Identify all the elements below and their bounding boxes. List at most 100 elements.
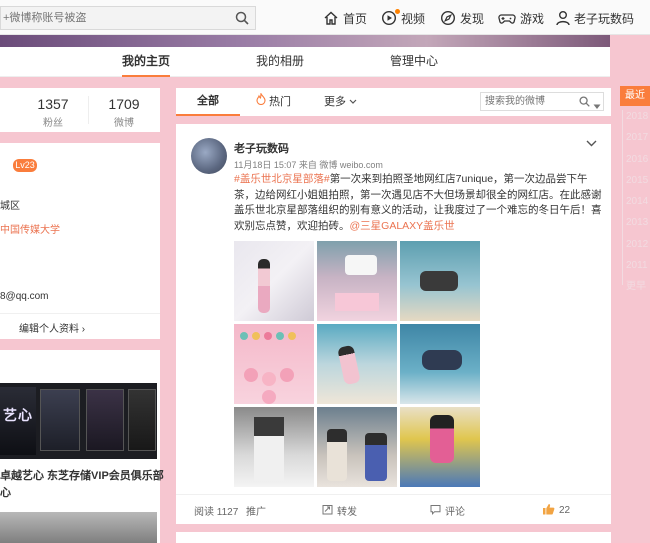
comment-button[interactable]: 评论 <box>430 503 465 518</box>
post-meta: 11月18日 15:07 来自 微博 weibo.com <box>234 160 383 170</box>
chevron-down-icon <box>349 89 357 115</box>
notification-dot <box>395 9 400 14</box>
photo-5[interactable] <box>317 324 397 404</box>
tab-my-album[interactable]: 我的相册 <box>256 47 304 77</box>
mention-link[interactable]: @三星GALAXY盖乐世 <box>350 220 455 232</box>
photo-grid <box>234 241 480 489</box>
feed-search[interactable] <box>480 92 604 111</box>
tab-my-home[interactable]: 我的主页 <box>122 47 171 77</box>
feed-filter-bar: 全部 热门 更多 <box>176 88 611 116</box>
like-button[interactable]: 22 <box>542 503 570 518</box>
year-recent[interactable]: 最近 <box>620 86 650 106</box>
repost-icon <box>322 504 333 518</box>
photo-2[interactable] <box>317 241 397 321</box>
level-badge[interactable]: Lv23 <box>13 159 37 172</box>
year-item[interactable]: 2017 <box>620 127 650 148</box>
search-icon[interactable] <box>579 96 590 110</box>
stat-posts[interactable]: 1709 微博 <box>104 96 144 129</box>
feed-tab-hot[interactable]: 热门 <box>256 88 291 116</box>
year-item[interactable]: 2013 <box>620 212 650 233</box>
posts-label: 微博 <box>114 118 134 129</box>
weibo-post: 老子玩数码 11月18日 15:07 来自 微博 weibo.com #盖乐世北… <box>176 124 611 524</box>
thumbs-up-icon <box>542 503 555 518</box>
author-avatar[interactable] <box>191 138 227 174</box>
fans-label: 粉丝 <box>43 118 63 129</box>
edit-profile-label: 编辑个人资料 <box>19 324 79 335</box>
photo-8[interactable] <box>317 407 397 487</box>
comment-icon <box>430 504 441 518</box>
video-icon <box>381 9 400 26</box>
edit-profile-link[interactable]: 编辑个人资料 › <box>19 320 85 335</box>
profile-info-card: Lv23 城区 中国传媒大学 8@qq.com 编辑个人资料 › <box>0 143 160 339</box>
year-item[interactable]: 2012 <box>620 234 650 255</box>
school-link[interactable]: 中国传媒大学 <box>0 221 60 236</box>
search-icon[interactable] <box>235 11 249 28</box>
year-item[interactable]: 2016 <box>620 149 650 170</box>
stat-fans[interactable]: 1357 粉丝 <box>33 96 73 129</box>
game-icon <box>498 10 516 26</box>
nav-user[interactable]: 老子玩数码 <box>556 9 634 27</box>
nav-user-label: 老子玩数码 <box>574 11 635 26</box>
feed-tab-more[interactable]: 更多 <box>324 88 357 116</box>
year-item[interactable]: 2018 <box>620 106 650 127</box>
fans-count: 1357 <box>37 96 69 112</box>
post-menu-chevron-icon[interactable] <box>586 136 597 150</box>
year-item[interactable]: 2014 <box>620 191 650 212</box>
timeline-line <box>622 110 623 285</box>
global-search[interactable] <box>0 6 256 30</box>
promo-caption-2: 心 <box>0 487 11 499</box>
nav-home-label: 首页 <box>343 11 368 26</box>
post-text: #盖乐世北京星部落#第一次来到拍照圣地网红店7unique，第一次边品尝下午茶，… <box>234 172 604 234</box>
photo-3[interactable] <box>400 241 480 321</box>
post-action-bar: 阅读 1127 推广 转发 评论 22 <box>176 494 611 524</box>
promote-button[interactable]: 推广 <box>246 503 266 518</box>
discover-icon <box>440 10 456 26</box>
feed-search-input[interactable] <box>481 93 577 110</box>
nav-game-label: 游戏 <box>520 11 545 26</box>
user-icon <box>556 10 570 26</box>
promo-banner-image[interactable]: 艺心 <box>0 383 157 459</box>
next-post-card <box>176 532 611 543</box>
feed-tab-all[interactable]: 全部 <box>176 88 240 116</box>
comment-label: 评论 <box>445 507 465 518</box>
repost-button[interactable]: 转发 <box>322 503 357 518</box>
stat-divider <box>88 96 89 124</box>
promo-banner-text: 艺心 <box>3 407 33 423</box>
profile-tab-bar: 我的主页 我的相册 管理中心 <box>0 47 610 77</box>
year-item[interactable]: 2011 <box>620 255 650 276</box>
nav-discover[interactable]: 发现 <box>440 9 484 27</box>
read-count: 阅读 1127 <box>194 507 239 518</box>
photo-1[interactable] <box>234 241 314 321</box>
nav-video-label: 视频 <box>401 11 426 26</box>
like-count: 22 <box>559 505 571 516</box>
hashtag-link[interactable]: #盖乐世北京星部落# <box>234 173 330 185</box>
repost-label: 转发 <box>337 507 357 518</box>
year-item[interactable]: 更早 <box>620 276 650 297</box>
photo-9[interactable] <box>400 407 480 487</box>
nav-game[interactable]: 游戏 <box>498 9 544 27</box>
year-timeline: 最近 2018 2017 2016 2015 2014 2013 2012 20… <box>620 86 650 298</box>
nav-video[interactable]: 视频 <box>381 9 425 27</box>
promo-image-2[interactable] <box>0 512 157 543</box>
divider <box>0 313 160 314</box>
author-name[interactable]: 老子玩数码 <box>234 140 289 156</box>
nav-discover-label: 发现 <box>460 11 485 26</box>
photo-4[interactable] <box>234 324 314 404</box>
flame-icon <box>256 89 266 115</box>
global-search-input[interactable] <box>1 7 229 29</box>
photo-7[interactable] <box>234 407 314 487</box>
feed-tab-more-label: 更多 <box>324 96 346 108</box>
location-text: 城区 <box>0 201 20 212</box>
home-icon <box>323 10 339 26</box>
dropdown-arrow-icon[interactable] <box>593 99 601 113</box>
stats-card: 1357 粉丝 1709 微博 <box>0 88 160 132</box>
top-nav-bar: 首页 视频 发现 游戏 老子玩数码 <box>0 0 650 35</box>
photo-6[interactable] <box>400 324 480 404</box>
year-item[interactable]: 2015 <box>620 170 650 191</box>
profile-cover <box>0 35 610 47</box>
nav-home[interactable]: 首页 <box>323 9 367 27</box>
feed-tab-hot-label: 热门 <box>269 96 291 108</box>
tab-manage-center[interactable]: 管理中心 <box>390 47 438 77</box>
promo-card: 艺心 卓越艺心 东芝存储VIP会员俱乐部 心 <box>0 350 164 543</box>
promo-caption[interactable]: 卓越艺心 东芝存储VIP会员俱乐部 <box>0 467 164 483</box>
